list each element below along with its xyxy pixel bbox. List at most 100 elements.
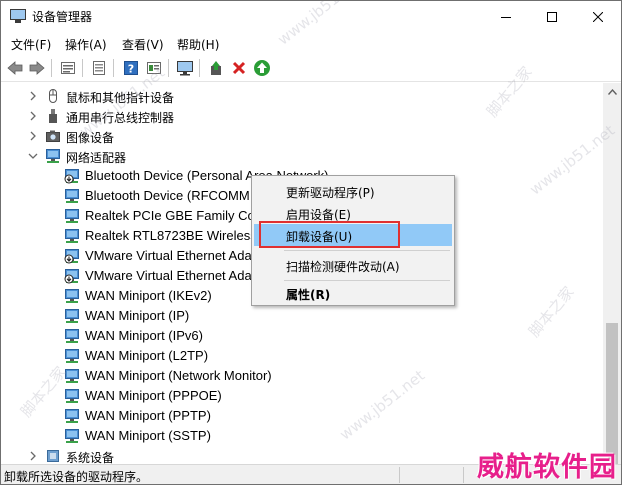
- maximize-button[interactable]: [529, 1, 575, 32]
- network-adapter-icon: [64, 188, 80, 204]
- tree-device[interactable]: WAN Miniport (PPTP): [1, 406, 601, 426]
- tree-device[interactable]: WAN Miniport (Network Monitor): [1, 366, 601, 386]
- view-button[interactable]: [144, 58, 164, 78]
- tree-item-label: Realtek PCIe GBE Family Cor: [85, 208, 260, 223]
- network-adapter-down-icon: [64, 268, 80, 284]
- tree-category[interactable]: 鼠标和其他指针设备: [1, 86, 601, 106]
- show-hide-button[interactable]: [89, 58, 109, 78]
- network-adapter-icon: [64, 288, 80, 304]
- collapse-toggle[interactable]: [27, 150, 39, 162]
- device-manager-app-icon: [10, 9, 26, 23]
- scan-hardware-button[interactable]: [252, 58, 272, 78]
- forward-button[interactable]: [27, 58, 47, 78]
- network-adapter-down-icon: [64, 248, 80, 264]
- view-icon: [147, 62, 161, 74]
- network-adapter-icon: [64, 388, 80, 404]
- tree-device[interactable]: WAN Miniport (IP): [1, 306, 601, 326]
- network-adapter-icon: [64, 368, 80, 384]
- menu-bar: 文件(F) 操作(A) 查看(V) 帮助(H): [1, 32, 621, 54]
- monitor-button[interactable]: [175, 58, 195, 78]
- tree-item-label: WAN Miniport (Network Monitor): [85, 368, 272, 383]
- expand-toggle[interactable]: [27, 110, 39, 122]
- network-adapter-icon: [64, 348, 80, 364]
- tree-category[interactable]: 通用串行总线控制器: [1, 106, 601, 126]
- window-title: 设备管理器: [32, 10, 93, 24]
- tree-item-label: WAN Miniport (IKEv2): [85, 288, 212, 303]
- menu-properties-label: 属性(R): [286, 288, 331, 302]
- tree-device[interactable]: WAN Miniport (IPv6): [1, 326, 601, 346]
- network-adapter-icon: [64, 408, 80, 424]
- status-text: 卸载所选设备的驱动程序。: [4, 470, 149, 484]
- annotation-highlight-box: [259, 221, 400, 248]
- menu-view[interactable]: 查看(V): [122, 36, 164, 53]
- forward-icon: [29, 61, 45, 75]
- menu-update-driver-label: 更新驱动程序(P): [286, 186, 375, 200]
- scroll-up-arrow[interactable]: [603, 83, 621, 100]
- tree-item-label: WAN Miniport (IP): [85, 308, 190, 323]
- minimize-button[interactable]: [483, 1, 529, 32]
- tree-category[interactable]: 图像设备: [1, 126, 601, 146]
- network-adapter-icon: [64, 328, 80, 344]
- uninstall-button[interactable]: [229, 58, 249, 78]
- tree-device[interactable]: WAN Miniport (PPPOE): [1, 386, 601, 406]
- tree-item-label: WAN Miniport (IPv6): [85, 328, 203, 343]
- chevron-right-icon: [30, 451, 36, 461]
- update-driver-icon: [211, 61, 221, 75]
- tree-item-label: 网络适配器: [66, 151, 127, 165]
- menu-separator: [284, 250, 450, 251]
- network-adapter-down-icon: [64, 168, 80, 184]
- close-button[interactable]: [575, 1, 621, 32]
- menu-file[interactable]: 文件(F): [11, 36, 51, 53]
- tree-item-label: 通用串行总线控制器: [66, 111, 175, 125]
- corner-brand-watermark: 威航软件园: [477, 452, 617, 483]
- menu-separator: [284, 280, 450, 281]
- menu-action[interactable]: 操作(A): [65, 36, 107, 53]
- network-adapter-icon: [64, 208, 80, 224]
- tree-item-label: 鼠标和其他指针设备: [66, 91, 175, 105]
- tree-item-label: WAN Miniport (PPPOE): [85, 388, 222, 403]
- maximize-icon: [547, 11, 557, 22]
- tree-item-label: VMware Virtual Ethernet Ada: [85, 248, 252, 263]
- menu-help[interactable]: 帮助(H): [177, 36, 219, 53]
- scroll-up-icon: [607, 88, 617, 95]
- tree-device[interactable]: WAN Miniport (L2TP): [1, 346, 601, 366]
- menu-scan-hardware-label: 扫描检测硬件改动(A): [286, 260, 400, 274]
- network-adapter-icon: [45, 148, 61, 164]
- menu-properties[interactable]: 属性(R): [254, 282, 452, 304]
- title-bar[interactable]: 设备管理器: [1, 1, 621, 32]
- network-adapter-icon: [64, 228, 80, 244]
- usb-icon: [45, 108, 61, 124]
- help-icon: ?: [124, 61, 138, 76]
- tree-category[interactable]: 网络适配器: [1, 146, 601, 166]
- tree-item-label: Bluetooth Device (RFCOMM: [85, 188, 250, 203]
- expand-toggle[interactable]: [27, 90, 39, 102]
- menu-scan-hardware[interactable]: 扫描检测硬件改动(A): [254, 254, 452, 276]
- tree-item-label: 图像设备: [66, 131, 115, 145]
- chevron-right-icon: [30, 131, 36, 141]
- tree-item-label: WAN Miniport (SSTP): [85, 428, 211, 443]
- help-button[interactable]: ?: [121, 58, 141, 78]
- vertical-scrollbar[interactable]: [603, 83, 621, 484]
- expand-toggle[interactable]: [27, 130, 39, 142]
- update-driver-button[interactable]: [206, 58, 226, 78]
- show-hide-icon: [93, 61, 105, 75]
- scan-icon: [254, 60, 270, 76]
- tree-item-label: 系统设备: [66, 451, 115, 464]
- tree-device[interactable]: WAN Miniport (SSTP): [1, 426, 601, 446]
- back-button[interactable]: [5, 58, 25, 78]
- tree-item-label: VMware Virtual Ethernet Ada: [85, 268, 252, 283]
- expand-toggle[interactable]: [27, 450, 39, 462]
- mouse-icon: [45, 88, 61, 104]
- chevron-right-icon: [30, 91, 36, 101]
- uninstall-icon: [232, 61, 246, 75]
- device-manager-window: 设备管理器 文件(F) 操作(A) 查看(V) 帮助(H) ? 鼠标和其他指针设…: [0, 0, 622, 485]
- tree-item-label: WAN Miniport (PPTP): [85, 408, 211, 423]
- system-device-icon: [45, 448, 61, 464]
- tree-item-label: Realtek RTL8723BE Wireless: [85, 228, 257, 243]
- toolbar: ?: [1, 54, 621, 82]
- monitor-icon: [177, 61, 193, 76]
- chevron-right-icon: [30, 111, 36, 121]
- menu-update-driver[interactable]: 更新驱动程序(P): [254, 180, 452, 202]
- properties-view-button[interactable]: [58, 58, 78, 78]
- tree-item-label: WAN Miniport (L2TP): [85, 348, 209, 363]
